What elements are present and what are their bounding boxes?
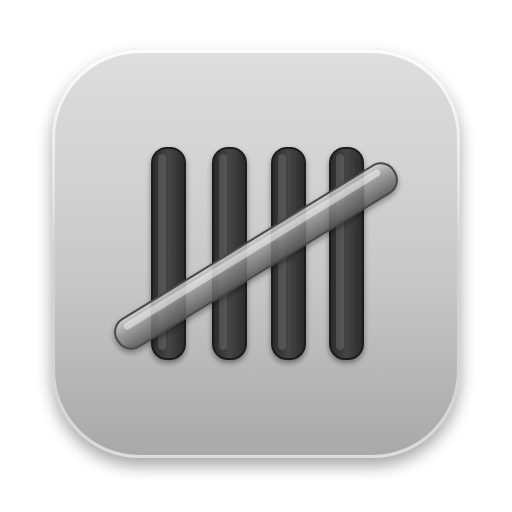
tally-marks-app-icon[interactable]: [0, 0, 512, 512]
app-icon-canvas: [0, 0, 512, 512]
